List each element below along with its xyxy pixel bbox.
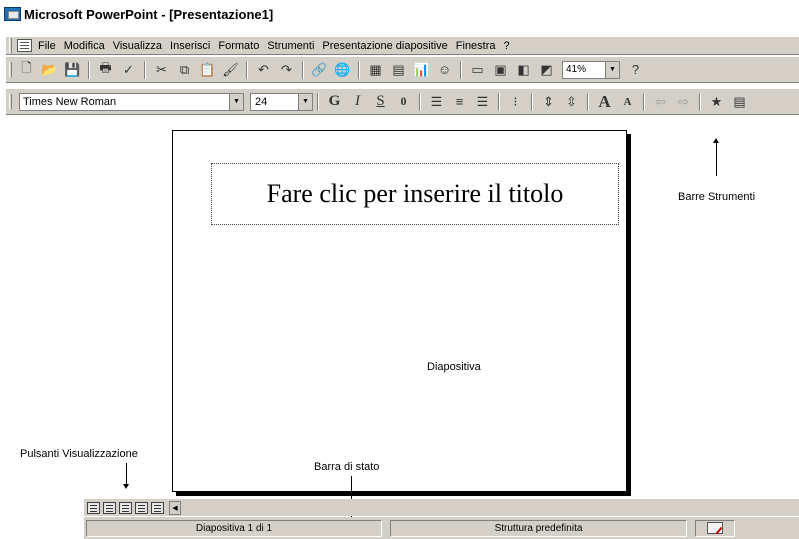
toolbar-separator bbox=[419, 92, 421, 111]
align-left-icon[interactable]: ☰ bbox=[426, 92, 447, 112]
undo-icon[interactable]: ↶ bbox=[253, 60, 274, 80]
toolbar-separator bbox=[302, 60, 304, 79]
help-icon[interactable]: ? bbox=[625, 60, 646, 80]
promote-icon[interactable]: ⇦ bbox=[650, 92, 671, 112]
shadow-button[interactable]: 0 bbox=[393, 92, 414, 112]
slide-show-icon[interactable] bbox=[151, 501, 164, 514]
worksheet-icon[interactable]: ▤ bbox=[388, 60, 409, 80]
web-icon[interactable]: 🌐 bbox=[332, 60, 353, 80]
zoom-select[interactable]: 41% ▼ bbox=[562, 60, 620, 79]
table-icon[interactable]: ▦ bbox=[365, 60, 386, 80]
menu-file[interactable]: File bbox=[38, 40, 56, 52]
menu-bar: File Modifica Visualizza Inserisci Forma… bbox=[6, 36, 799, 55]
menu-grip[interactable] bbox=[9, 38, 12, 53]
standard-toolbar: 🗋 📂 💾 🖶 ✓ ✂ ⧉ 📋 🖌 ↶ ↷ 🔗 🌐 ▦ ▤ 📊 ☺ ▭ ▣ ◧ … bbox=[6, 56, 799, 83]
bullets-icon[interactable]: ⁝ bbox=[505, 92, 526, 112]
slide-count-status: Diapositiva 1 di 1 bbox=[86, 519, 382, 537]
underline-button[interactable]: S bbox=[370, 92, 391, 112]
bold-button[interactable]: G bbox=[324, 92, 345, 112]
view-buttons-annotation: Pulsanti Visualizzazione bbox=[20, 448, 138, 460]
layout-icon[interactable]: ▣ bbox=[490, 60, 511, 80]
toolbar-separator bbox=[498, 92, 500, 111]
toolbar-separator bbox=[699, 92, 701, 111]
menu-formato[interactable]: Formato bbox=[218, 40, 259, 52]
view-buttons-arrow bbox=[123, 463, 129, 489]
menu-inserisci[interactable]: Inserisci bbox=[170, 40, 210, 52]
status-bar-annotation: Barra di stato bbox=[314, 461, 380, 473]
decrease-font-button[interactable]: A bbox=[617, 92, 638, 112]
toolbar-grip[interactable] bbox=[9, 94, 12, 109]
spelling-icon[interactable]: ✓ bbox=[118, 60, 139, 80]
copy-icon[interactable]: ⧉ bbox=[174, 60, 195, 80]
toolbar-separator bbox=[358, 60, 360, 79]
chart-icon[interactable]: 📊 bbox=[411, 60, 432, 80]
common-tasks-icon[interactable]: ▤ bbox=[729, 92, 750, 112]
toolbar-separator bbox=[643, 92, 645, 111]
powerpoint-app-icon[interactable] bbox=[4, 7, 21, 21]
clipart-icon[interactable]: ☺ bbox=[434, 60, 455, 80]
spelling-status[interactable] bbox=[695, 519, 735, 537]
format-painter-icon[interactable]: 🖌 bbox=[220, 60, 241, 80]
grayscale-icon[interactable]: ◩ bbox=[536, 60, 557, 80]
outline-view-icon[interactable] bbox=[103, 501, 116, 514]
format-toolbar: Times New Roman ▼ 24 ▼ G I S 0 ☰ ≡ ☰ ⁝ ⇕… bbox=[6, 88, 799, 115]
paste-icon[interactable]: 📋 bbox=[197, 60, 218, 80]
cut-icon[interactable]: ✂ bbox=[151, 60, 172, 80]
scroll-left-icon[interactable]: ◀ bbox=[169, 500, 181, 515]
slide-sorter-view-icon[interactable] bbox=[135, 501, 148, 514]
window-title: Microsoft PowerPoint - [Presentazione1] bbox=[24, 6, 274, 22]
spelling-status-icon[interactable] bbox=[707, 522, 723, 534]
increase-font-button[interactable]: A bbox=[594, 92, 615, 112]
title-placeholder[interactable]: Fare clic per inserire il titolo bbox=[211, 163, 619, 225]
save-icon[interactable]: 💾 bbox=[62, 60, 83, 80]
menu-visualizza[interactable]: Visualizza bbox=[113, 40, 162, 52]
font-size-select[interactable]: 24 ▼ bbox=[250, 92, 313, 111]
font-select[interactable]: Times New Roman ▼ bbox=[19, 92, 244, 111]
new-icon[interactable]: 🗋 bbox=[16, 60, 37, 80]
toolbar-separator bbox=[531, 92, 533, 111]
toolbar-separator bbox=[246, 60, 248, 79]
align-center-icon[interactable]: ≡ bbox=[449, 92, 470, 112]
align-right-icon[interactable]: ☰ bbox=[472, 92, 493, 112]
redo-icon[interactable]: ↷ bbox=[276, 60, 297, 80]
toolbar-separator bbox=[144, 60, 146, 79]
normal-view-icon[interactable] bbox=[87, 501, 100, 514]
animation-effects-icon[interactable]: ★ bbox=[706, 92, 727, 112]
background-icon[interactable]: ◧ bbox=[513, 60, 534, 80]
hyperlink-icon[interactable]: 🔗 bbox=[309, 60, 330, 80]
slide-view-icon[interactable] bbox=[119, 501, 132, 514]
toolbar-separator bbox=[587, 92, 589, 111]
design-status: Struttura predefinita bbox=[390, 519, 687, 537]
italic-button[interactable]: I bbox=[347, 92, 368, 112]
toolbars-arrow bbox=[713, 138, 719, 176]
decrease-spacing-icon[interactable]: ⇳ bbox=[561, 92, 582, 112]
print-icon[interactable]: 🖶 bbox=[95, 60, 116, 80]
font-value: Times New Roman bbox=[23, 95, 117, 108]
slide-body-label: Diapositiva bbox=[427, 361, 481, 373]
toolbar-separator bbox=[317, 92, 319, 111]
menu-presentazione[interactable]: Presentazione diapositive bbox=[322, 40, 447, 52]
new-slide-icon[interactable]: ▭ bbox=[467, 60, 488, 80]
view-buttons-bar: ◀ bbox=[84, 499, 799, 516]
toolbar-separator bbox=[88, 60, 90, 79]
document-icon[interactable] bbox=[17, 39, 32, 52]
menu-help[interactable]: ? bbox=[504, 40, 510, 52]
chevron-down-icon[interactable]: ▼ bbox=[229, 93, 243, 110]
menu-modifica[interactable]: Modifica bbox=[64, 40, 105, 52]
menu-strumenti[interactable]: Strumenti bbox=[267, 40, 314, 52]
menu-finestra[interactable]: Finestra bbox=[456, 40, 496, 52]
chevron-down-icon[interactable]: ▼ bbox=[605, 61, 619, 78]
increase-spacing-icon[interactable]: ⇕ bbox=[538, 92, 559, 112]
title-bar: Microsoft PowerPoint - [Presentazione1] bbox=[0, 0, 799, 28]
toolbars-annotation: Barre Strumenti bbox=[678, 191, 756, 203]
slide[interactable]: Fare clic per inserire il titolo Diaposi… bbox=[172, 130, 627, 492]
zoom-value: 41% bbox=[566, 64, 587, 75]
demote-icon[interactable]: ⇨ bbox=[673, 92, 694, 112]
chevron-down-icon[interactable]: ▼ bbox=[298, 93, 312, 110]
toolbar-grip[interactable] bbox=[9, 62, 12, 77]
toolbar-separator bbox=[460, 60, 462, 79]
font-size-value: 24 bbox=[255, 95, 268, 108]
open-icon[interactable]: 📂 bbox=[39, 60, 60, 80]
status-bar: Diapositiva 1 di 1 Struttura predefinita bbox=[84, 517, 799, 539]
